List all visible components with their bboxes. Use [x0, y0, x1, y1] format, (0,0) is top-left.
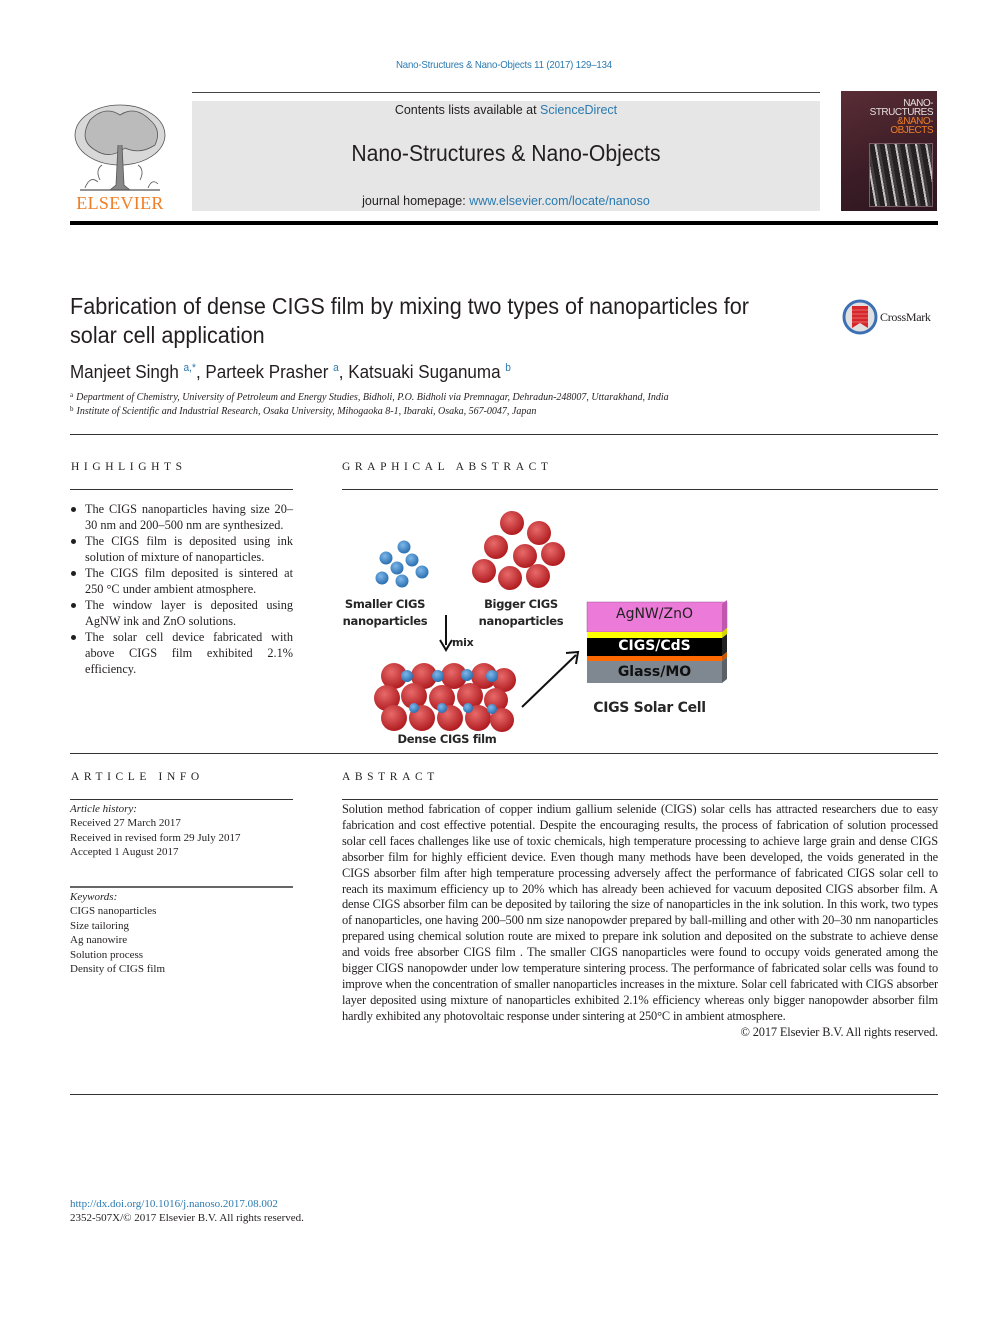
- section-divider: [70, 753, 938, 754]
- graphical-abstract-figure[interactable]: Smaller CIGS nanoparticles Bigger CIGS n…: [342, 500, 742, 750]
- layer-cigs-cds: CIGS/CdS: [618, 638, 691, 654]
- smaller-particles-label: Smaller CIGS nanoparticles: [342, 596, 428, 630]
- bullet-icon: [71, 507, 76, 512]
- label-line: nanoparticles: [342, 614, 428, 628]
- affiliation-marker: b: [70, 405, 74, 413]
- abstract-heading: ABSTRACT: [342, 771, 439, 783]
- affiliation-text: Department of Chemistry, University of P…: [76, 392, 669, 403]
- layer-glass-mo: Glass/MO: [617, 664, 692, 680]
- layer-agnw-zno: AgNW/ZnO: [616, 606, 693, 622]
- author-name[interactable]: Manjeet Singh: [70, 361, 179, 382]
- small-particles: [375, 540, 429, 588]
- author-name[interactable]: Katsuaki Suganuma: [348, 361, 500, 382]
- author-affiliation-marker[interactable]: b: [505, 362, 511, 374]
- sciencedirect-link[interactable]: ScienceDirect: [540, 103, 617, 117]
- bullet-icon: [71, 635, 76, 640]
- article-info-heading: ARTICLE INFO: [71, 771, 204, 783]
- keywords-label: Keywords:: [70, 891, 118, 903]
- article-info-rule: [70, 799, 293, 800]
- mix-label: mix: [452, 636, 474, 649]
- highlights-list: The CIGS nanoparticles having size 20–30…: [70, 501, 293, 677]
- keyword: Solution process: [70, 948, 144, 961]
- author-list: Manjeet Singh a,*, Parteek Prasher a, Ka…: [70, 361, 511, 383]
- affiliation-marker: a: [70, 391, 74, 399]
- author-separator: ,: [195, 361, 206, 382]
- contents-prefix: Contents lists available at: [394, 103, 541, 117]
- highlight-text: The window layer is deposited using AgNW…: [85, 598, 293, 628]
- history-entry: Received 27 March 2017: [70, 817, 181, 830]
- solar-cell-label: CIGS Solar Cell: [593, 700, 706, 716]
- affiliation: a Department of Chemistry, University of …: [70, 391, 669, 403]
- graphical-abstract-heading: GRAPHICAL ABSTRACT: [342, 461, 553, 473]
- keyword: Size tailoring: [70, 919, 129, 932]
- affiliation-text: Institute of Scientific and Industrial R…: [76, 406, 537, 417]
- affiliation: b Institute of Scientific and Industrial …: [70, 405, 536, 417]
- label-line: Bigger CIGS: [484, 597, 558, 611]
- highlights-heading: HIGHLIGHTS: [71, 461, 187, 473]
- journal-reference-link[interactable]: Nano-Structures & Nano-Objects 11 (2017)…: [40, 59, 967, 71]
- abstract-text: Solution method fabrication of copper in…: [342, 802, 938, 1023]
- big-particles: [472, 511, 565, 590]
- label-line: Smaller CIGS: [344, 597, 426, 611]
- history-entry: Accepted 1 August 2017: [70, 846, 179, 859]
- label-line: nanoparticles: [478, 614, 564, 628]
- abstract-copyright: © 2017 Elsevier B.V. All rights reserved…: [740, 1024, 939, 1039]
- cover-micrograph: [869, 143, 933, 207]
- keyword: Ag nanowire: [70, 934, 128, 947]
- homepage-prefix: journal homepage:: [362, 194, 470, 208]
- mix-arrow: [439, 615, 453, 652]
- section-divider: [70, 1094, 938, 1095]
- bullet-icon: [71, 603, 76, 608]
- abstract-rule: [342, 799, 938, 800]
- to-cell-arrow: [521, 650, 580, 708]
- article-history: Article history: Received 27 March 2017 …: [70, 802, 293, 860]
- bigger-particles-label: Bigger CIGS nanoparticles: [476, 596, 566, 630]
- highlight-item: The CIGS nanoparticles having size 20–30…: [70, 501, 293, 533]
- history-entry: Received in revised form 29 July 2017: [70, 831, 241, 844]
- highlight-item: The CIGS film deposited is sintered at 2…: [70, 565, 293, 597]
- dense-film: [374, 663, 516, 732]
- graphical-abstract-rule: [342, 489, 938, 490]
- highlight-text: The CIGS film is deposited using ink sol…: [85, 534, 293, 564]
- homepage-line: journal homepage: www.elsevier.com/locat…: [192, 194, 820, 208]
- bullet-icon: [71, 571, 76, 576]
- issn-copyright: 2352-507X/© 2017 Elsevier B.V. All right…: [70, 1212, 304, 1224]
- journal-homepage-link[interactable]: www.elsevier.com/locate/nanoso: [469, 194, 650, 208]
- highlight-text: The solar cell device fabricated with ab…: [85, 630, 293, 676]
- keyword: CIGS nanoparticles: [70, 905, 157, 918]
- contents-line: Contents lists available at ScienceDirec…: [192, 103, 820, 117]
- doi-link[interactable]: http://dx.doi.org/10.1016/j.nanoso.2017.…: [70, 1198, 278, 1210]
- elsevier-wordmark: ELSEVIER: [76, 193, 164, 213]
- header-top-rule: [192, 92, 820, 93]
- highlight-item: The CIGS film is deposited using ink sol…: [70, 533, 293, 565]
- bullet-icon: [71, 539, 76, 544]
- header-thick-rule: [70, 221, 938, 225]
- highlight-text: The CIGS film deposited is sintered at 2…: [85, 566, 293, 596]
- author-affiliation-marker[interactable]: a,*: [184, 362, 196, 374]
- highlight-text: The CIGS nanoparticles having size 20–30…: [85, 502, 293, 532]
- dense-film-label: Dense CIGS film: [397, 732, 497, 746]
- article-title: Fabrication of dense CIGS film by mixing…: [70, 293, 749, 348]
- crossmark-label[interactable]: CrossMark: [880, 310, 931, 325]
- highlights-rule: [70, 489, 293, 490]
- history-label: Article history:: [70, 803, 137, 815]
- abstract-body: Solution method fabrication of copper in…: [342, 802, 938, 1041]
- highlight-item: The solar cell device fabricated with ab…: [70, 629, 293, 677]
- keywords-block: Keywords: CIGS nanoparticles Size tailor…: [70, 890, 293, 976]
- section-divider: [70, 434, 938, 435]
- journal-cover-image[interactable]: NANO- STRUCTURES &NANO- OBJECTS: [841, 91, 937, 211]
- highlight-item: The window layer is deposited using AgNW…: [70, 597, 293, 629]
- cover-title-line: OBJECTS: [890, 125, 933, 136]
- keyword: Density of CIGS film: [70, 963, 166, 976]
- journal-name: Nano-Structures & Nano-Objects: [351, 140, 661, 166]
- author-name[interactable]: Parteek Prasher: [205, 361, 328, 382]
- author-separator: ,: [338, 361, 349, 382]
- keywords-rule: [70, 886, 293, 888]
